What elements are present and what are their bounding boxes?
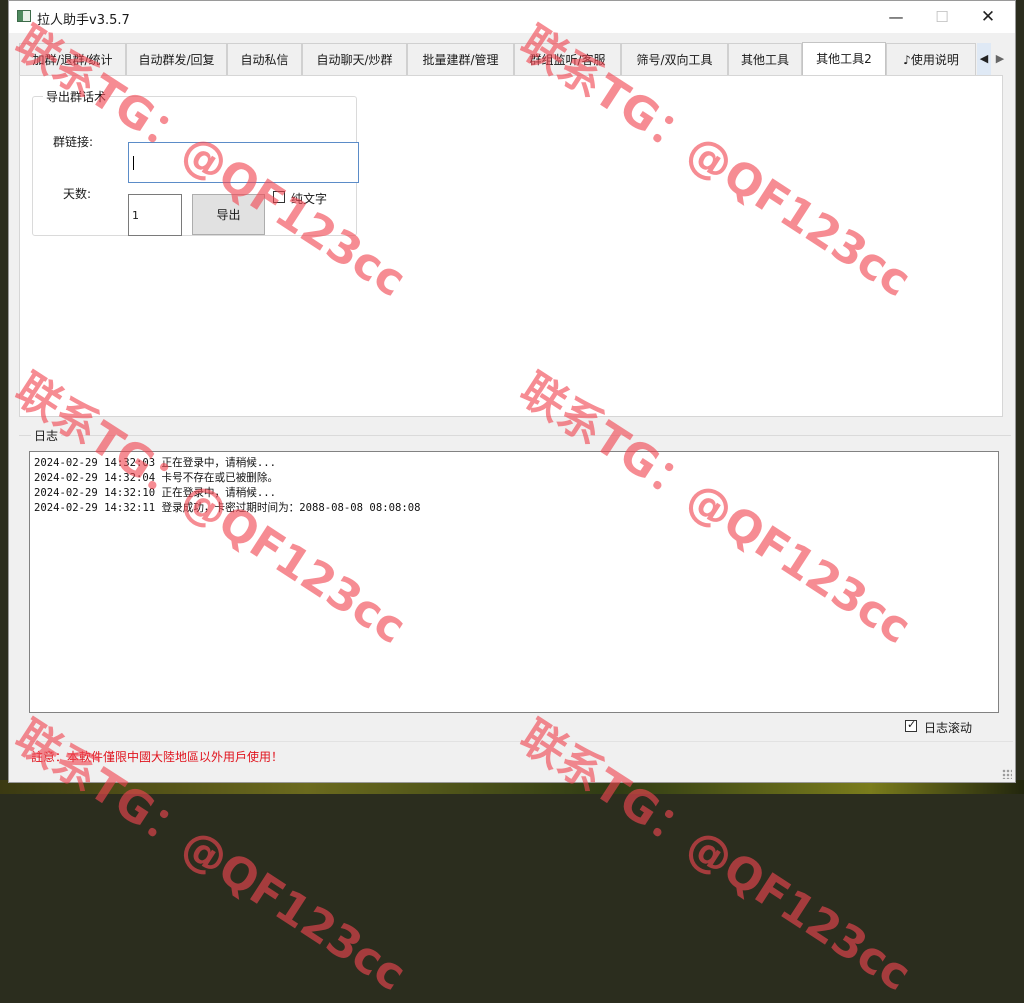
maximize-button[interactable]: ☐ [919, 1, 965, 33]
app-window: 拉人助手v3.5.7 — ☐ ✕ 加群/退群/统计 自动群发/回复 自动私信 自… [8, 0, 1016, 783]
log-group-box: 日志 2024-02-29 14:32:03 正在登录中，请稍候... 2024… [19, 427, 1011, 742]
auto-scroll-label: 日志滚动 [924, 721, 973, 735]
log-line: 2024-02-29 14:32:03 正在登录中，请稍候... [34, 457, 277, 469]
close-button[interactable]: ✕ [965, 1, 1011, 33]
auto-scroll-checkbox[interactable]: ✓ [905, 718, 917, 732]
tab-batch-create-groups[interactable]: 批量建群/管理 [407, 43, 514, 75]
log-line: 2024-02-29 14:32:10 正在登录中，请稍候... [34, 487, 277, 499]
tab-scroll-left-button[interactable]: ◀ [977, 43, 991, 75]
tab-bar: 加群/退群/统计 自动群发/回复 自动私信 自动聊天/炒群 批量建群/管理 群组… [19, 42, 1007, 76]
plain-text-checkbox[interactable] [273, 191, 285, 203]
tab-instructions[interactable]: ♪使用说明 [886, 43, 976, 75]
tab-filter-tools[interactable]: 筛号/双向工具 [621, 43, 728, 75]
minimize-button[interactable]: — [873, 1, 919, 33]
window-title: 拉人助手v3.5.7 [37, 13, 130, 28]
usage-notice: 註意：本軟件僅限中國大陸地區以外用戶使用！ [31, 750, 284, 764]
days-input[interactable]: 1 [128, 194, 182, 236]
title-bar: 拉人助手v3.5.7 — ☐ ✕ [9, 1, 1015, 33]
tab-auto-chat[interactable]: 自动聊天/炒群 [302, 43, 407, 75]
tab-auto-dm[interactable]: 自动私信 [227, 43, 302, 75]
log-output[interactable]: 2024-02-29 14:32:03 正在登录中，请稍候... 2024-02… [29, 451, 999, 713]
footer-divider [27, 741, 1013, 742]
export-group-box: 导出群话术 群链接: 天数: 1 导出 纯文字 [32, 88, 359, 236]
tab-join-leave-stats[interactable]: 加群/退群/统计 [19, 43, 126, 75]
tab-other-tools[interactable]: 其他工具 [728, 43, 802, 75]
text-caret [133, 156, 134, 170]
check-icon: ✓ [907, 718, 917, 731]
resize-grip-icon[interactable] [1002, 769, 1012, 779]
tab-scroll-right-button[interactable]: ▶ [993, 43, 1007, 75]
plain-text-label: 纯文字 [291, 192, 328, 206]
log-group-title: 日志 [31, 427, 62, 444]
log-line: 2024-02-29 14:32:04 卡号不存在或已被删除。 [34, 472, 279, 484]
days-label: 天数: [63, 187, 92, 201]
export-button[interactable]: 导出 [192, 194, 265, 235]
group-link-input[interactable] [128, 142, 359, 183]
tab-group-monitor[interactable]: 群组监听/客服 [514, 43, 621, 75]
tab-page-other-tools-2: 导出群话术 群链接: 天数: 1 导出 纯文字 [19, 75, 1003, 417]
app-icon [17, 10, 31, 22]
group-link-label: 群链接: [53, 135, 94, 149]
export-group-title: 导出群话术 [43, 88, 110, 105]
tab-other-tools-2[interactable]: 其他工具2 [802, 42, 886, 76]
tab-auto-broadcast-reply[interactable]: 自动群发/回复 [126, 43, 227, 75]
log-line: 2024-02-29 14:32:11 登录成功，卡密过期时间为：2088-08… [34, 502, 421, 514]
